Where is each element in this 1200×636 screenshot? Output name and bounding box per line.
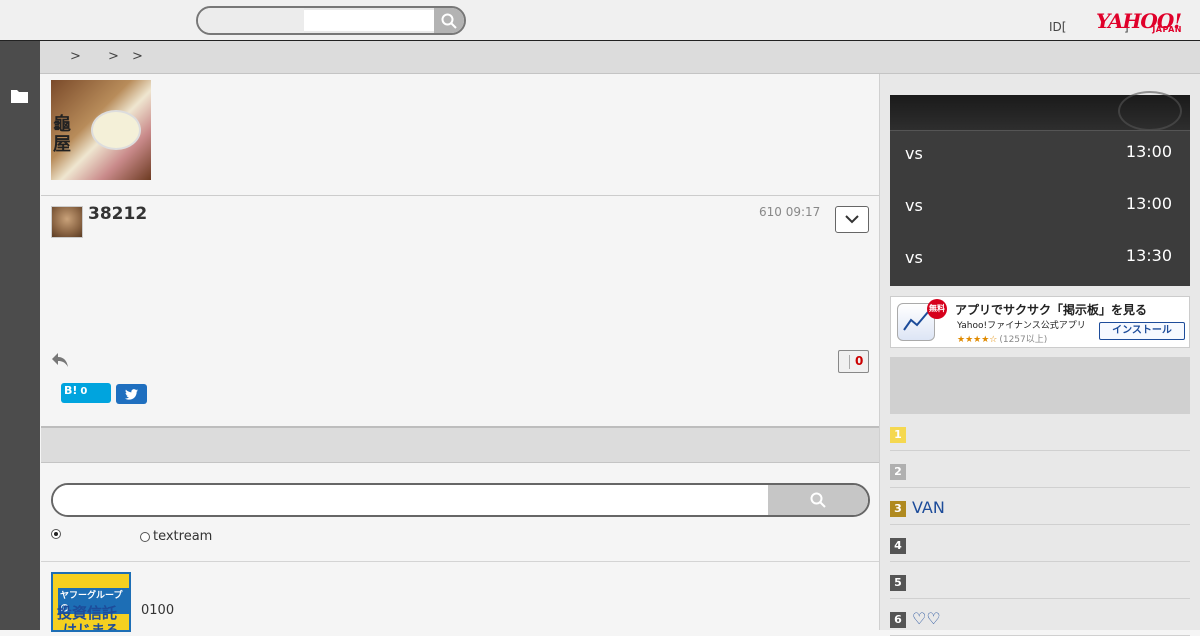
search-scope-radio-1[interactable] xyxy=(51,529,64,539)
app-review-count: (1257以上) xyxy=(999,335,1048,345)
game-row[interactable]: vs 13:00 xyxy=(890,183,1190,233)
rank-name: VAN xyxy=(912,498,945,517)
game-time: 13:00 xyxy=(1125,194,1172,213)
game-time: 13:00 xyxy=(1125,142,1172,161)
rank-number: 6 xyxy=(890,612,906,628)
board-search-box xyxy=(51,483,870,517)
ranking-item[interactable]: 4 xyxy=(890,525,1190,562)
section-divider-bar xyxy=(41,426,879,463)
ranking-item[interactable]: 2 xyxy=(890,451,1190,488)
baseball-score-widget: vs 13:00 vs 13:00 vs 13:30 xyxy=(890,91,1190,286)
ranking-item[interactable]: 6 ♡♡ xyxy=(890,599,1190,636)
radio-selected-icon xyxy=(51,529,61,539)
search-icon xyxy=(441,13,457,29)
app-rating: ★★★★☆ (1257以上) xyxy=(957,332,1047,345)
twitter-share-button[interactable] xyxy=(116,384,147,404)
twitter-icon xyxy=(125,388,138,400)
post-date: 610 09:17 xyxy=(759,205,821,219)
board-search-button[interactable] xyxy=(768,485,868,515)
divider xyxy=(41,195,879,196)
chevron-down-icon xyxy=(845,215,859,224)
game-row[interactable]: vs 13:00 xyxy=(890,131,1190,181)
radio-label: textream xyxy=(153,529,213,544)
left-sidebar xyxy=(0,41,40,630)
like-divider xyxy=(849,355,850,369)
breadcrumb-separator: > xyxy=(132,49,143,64)
fund-ad-image[interactable]: ヤフーグループの 投資信託 はじまる xyxy=(51,572,131,632)
rank-number: 1 xyxy=(890,427,906,443)
game-vs: vs xyxy=(905,248,923,267)
ranking-header xyxy=(890,357,1190,414)
board-search-input[interactable] xyxy=(53,485,769,515)
rank-number: 2 xyxy=(890,464,906,480)
app-banner-title: アプリでサクサク「掲示板」を見る xyxy=(955,303,1148,317)
right-sidebar: vs 13:00 vs 13:00 vs 13:30 無料 アプリでサクサク「掲… xyxy=(879,74,1200,636)
ad-image-line3: はじまる xyxy=(63,623,119,632)
main-content: 龜屋 38212 610 09:17 0 B! 0 textream ヤフーグルー… xyxy=(41,74,879,632)
search-scope-radio-textream[interactable]: textream xyxy=(140,529,212,544)
like-count: 0 xyxy=(855,354,864,368)
baseball-icon xyxy=(1118,91,1182,131)
like-button[interactable]: 0 xyxy=(838,350,869,373)
ranking-item[interactable]: 3 VAN xyxy=(890,488,1190,525)
logo-sub: JAPAN xyxy=(1152,25,1182,34)
ad-text[interactable]: 0100 xyxy=(141,603,174,618)
yahoo-japan-logo[interactable]: YAHOO! JAPAN xyxy=(1096,9,1188,39)
score-widget-header xyxy=(890,91,1190,131)
game-row[interactable]: vs 13:30 xyxy=(890,235,1190,285)
header-search-box xyxy=(196,6,466,35)
hatena-count: 0 xyxy=(80,386,88,397)
rank-name: ♡♡ xyxy=(912,609,941,628)
rank-number: 4 xyxy=(890,538,906,554)
game-vs: vs xyxy=(905,144,923,163)
search-icon xyxy=(810,492,826,508)
rank-number: 3 xyxy=(890,501,906,517)
hatena-label: B! xyxy=(64,384,78,397)
app-rating-stars: ★★★★☆ xyxy=(957,335,998,345)
reply-icon[interactable] xyxy=(51,352,69,368)
board-thumbnail[interactable]: 龜屋 xyxy=(51,80,151,180)
top-bar: ID[ ] YAHOO! JAPAN xyxy=(0,0,1200,41)
post-menu-button[interactable] xyxy=(835,206,869,233)
hatena-bookmark-button[interactable]: B! 0 xyxy=(61,383,111,403)
thumbnail-product-graphic xyxy=(91,110,141,150)
rank-number: 5 xyxy=(890,575,906,591)
game-vs: vs xyxy=(905,196,923,215)
radio-unselected-icon xyxy=(140,531,150,542)
avatar[interactable] xyxy=(51,206,83,238)
free-badge: 無料 xyxy=(927,299,947,319)
breadcrumb-separator: > xyxy=(108,49,119,64)
thumbnail-label-graphic: 龜屋 xyxy=(53,114,71,155)
search-category-select[interactable] xyxy=(198,8,304,33)
header-search-button[interactable] xyxy=(434,8,464,33)
post-number: 38212 xyxy=(88,204,148,224)
divider xyxy=(41,561,879,562)
app-banner-subtitle: Yahoo!ファイナンス公式アプリ xyxy=(957,321,1086,331)
ranking-item[interactable]: 1 xyxy=(890,414,1190,451)
app-install-banner[interactable]: 無料 アプリでサクサク「掲示板」を見る Yahoo!ファイナンス公式アプリ ★★… xyxy=(890,296,1190,348)
user-id-label[interactable]: ID[ xyxy=(1049,20,1066,34)
header-search-input[interactable] xyxy=(304,10,434,31)
game-time: 13:30 xyxy=(1125,246,1172,265)
folder-icon[interactable] xyxy=(11,89,28,103)
breadcrumb-separator: > xyxy=(70,49,81,64)
ranking-item[interactable]: 5 xyxy=(890,562,1190,599)
install-button[interactable]: インストール xyxy=(1099,322,1185,340)
breadcrumb: > > > xyxy=(40,41,1200,74)
